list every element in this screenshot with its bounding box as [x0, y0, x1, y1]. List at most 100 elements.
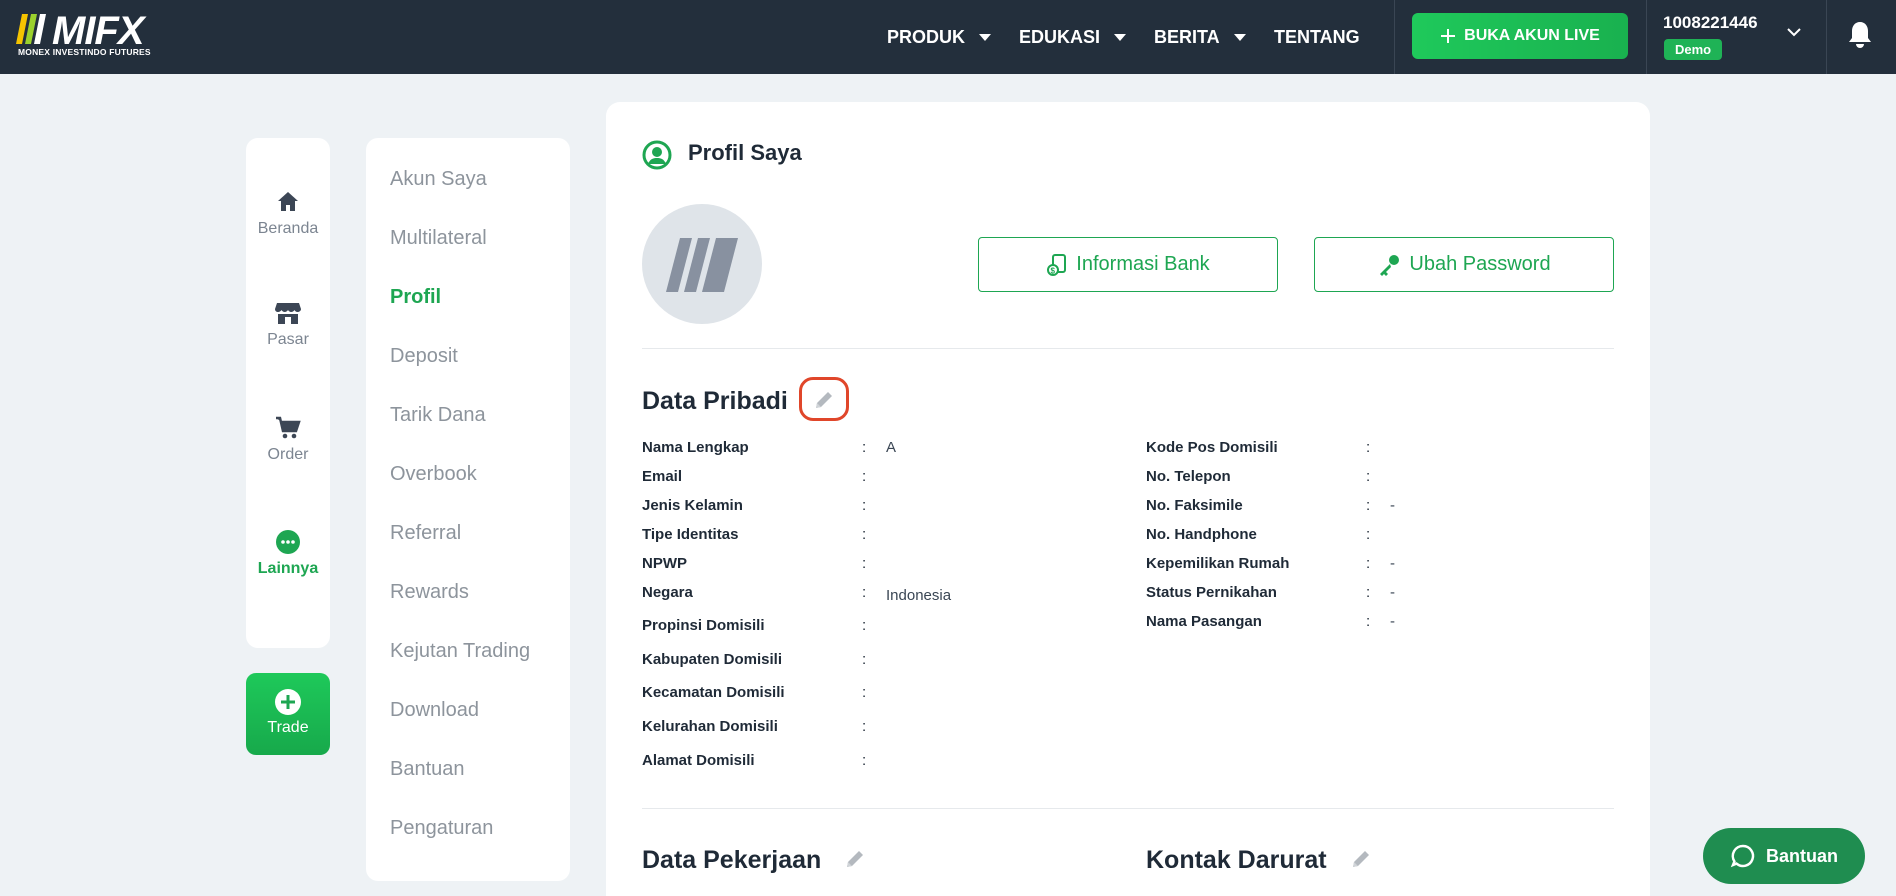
divider	[642, 348, 1614, 349]
edit-pencil-icon[interactable]	[1350, 848, 1372, 870]
nav-edukasi-label: EDUKASI	[1019, 26, 1101, 47]
menu-item-pengaturan[interactable]: Pengaturan	[390, 817, 493, 840]
rail-item-label: Order	[267, 446, 309, 463]
menu-item-multilateral[interactable]: Multilateral	[390, 227, 487, 250]
svg-text:$: $	[1051, 266, 1056, 275]
store-icon	[275, 303, 301, 324]
top-navigation-bar: MIFX MONEX INVESTINDO FUTURES PRODUK EDU…	[0, 0, 1896, 74]
key-icon	[1380, 254, 1400, 276]
menu-item-kejutan-trading[interactable]: Kejutan Trading	[390, 640, 530, 663]
edit-pencil-icon[interactable]	[844, 848, 866, 870]
emergency-contact-title: Kontak Darurat	[1146, 846, 1327, 874]
plus-icon	[1441, 29, 1456, 43]
colon: :	[862, 526, 867, 543]
plus-circle-icon	[275, 689, 301, 715]
open-live-account-button[interactable]: BUKA AKUN LIVE	[1412, 13, 1628, 59]
edit-pencil-icon[interactable]	[813, 389, 835, 411]
colon: :	[862, 584, 867, 601]
menu-item-referral[interactable]: Referral	[390, 522, 461, 545]
divider	[642, 808, 1614, 809]
rail-item-order[interactable]: Order	[246, 416, 330, 464]
menu-item-akun-saya[interactable]: Akun Saya	[390, 168, 487, 191]
notification-bell-icon[interactable]	[1846, 20, 1874, 50]
bank-info-button[interactable]: $ Informasi Bank	[978, 237, 1278, 292]
account-number[interactable]: 1008221446	[1663, 13, 1758, 33]
menu-item-bantuan[interactable]: Bantuan	[390, 758, 465, 781]
field-label: Alamat Domisili	[642, 752, 755, 769]
colon: :	[862, 497, 867, 514]
mifx-logo[interactable]: MIFX MONEX INVESTINDO FUTURES	[16, 10, 166, 60]
nav-produk[interactable]: PRODUK	[887, 0, 992, 74]
profile-card: Profil Saya $ Informasi Bank Ubah Passwo…	[606, 102, 1650, 896]
field-value: -	[1390, 497, 1395, 514]
field-value: A	[886, 439, 897, 456]
rail-item-pasar[interactable]: Pasar	[246, 301, 330, 349]
field-label: Nama Pasangan	[1146, 613, 1262, 630]
colon: :	[862, 439, 867, 456]
field-label: Jenis Kelamin	[642, 497, 743, 514]
colon: :	[1366, 555, 1371, 572]
menu-item-download[interactable]: Download	[390, 699, 479, 722]
menu-item-deposit[interactable]: Deposit	[390, 345, 458, 368]
field-label: Tipe Identitas	[642, 526, 739, 543]
field-label: No. Telepon	[1146, 468, 1231, 485]
nav-edukasi[interactable]: EDUKASI	[1019, 0, 1127, 74]
change-password-button[interactable]: Ubah Password	[1314, 237, 1614, 292]
field-label: Email	[642, 468, 683, 485]
user-circle-icon	[642, 140, 672, 170]
nav-berita-label: BERITA	[1154, 26, 1220, 47]
field-value: Indonesia	[886, 587, 952, 604]
nav-tentang[interactable]: TENTANG	[1274, 0, 1360, 74]
logo-stripes-icon	[16, 14, 46, 44]
colon: :	[1366, 497, 1371, 514]
change-password-label: Ubah Password	[1409, 253, 1551, 275]
field-label: Status Pernikahan	[1146, 584, 1277, 601]
field-label: Kabupaten Domisili	[642, 651, 783, 668]
logo-wordmark: MIFX	[52, 9, 145, 53]
account-chevron-down-icon[interactable]	[1786, 24, 1802, 40]
menu-item-rewards[interactable]: Rewards	[390, 581, 469, 604]
side-icon-rail: Beranda Pasar Order Lainnya	[246, 138, 330, 648]
help-chat-button[interactable]: Bantuan	[1703, 828, 1865, 884]
page-title: Profil Saya	[688, 140, 802, 165]
rail-item-label: Lainnya	[257, 560, 319, 577]
colon: :	[862, 617, 867, 634]
colon: :	[862, 718, 867, 735]
rail-item-beranda[interactable]: Beranda	[246, 190, 330, 238]
more-icon	[276, 530, 300, 554]
field-label: Nama Lengkap	[642, 439, 749, 456]
colon: :	[862, 651, 867, 668]
open-live-account-label: BUKA AKUN LIVE	[1464, 27, 1600, 44]
field-label: Kecamatan Domisili	[642, 684, 785, 701]
bank-document-icon: $	[1047, 253, 1067, 276]
rail-item-lainnya[interactable]: Lainnya	[246, 530, 330, 578]
colon: :	[862, 752, 867, 769]
colon: :	[1366, 468, 1371, 485]
colon: :	[1366, 526, 1371, 543]
field-value: -	[1390, 584, 1395, 601]
bank-info-label: Informasi Bank	[1076, 253, 1210, 275]
field-label: Negara	[642, 584, 693, 601]
chevron-down-icon	[1233, 33, 1246, 41]
menu-item-overbook[interactable]: Overbook	[390, 463, 477, 486]
nav-produk-label: PRODUK	[887, 26, 966, 47]
help-label: Bantuan	[1766, 845, 1838, 866]
nav-berita[interactable]: BERITA	[1154, 0, 1246, 74]
chat-bubble-icon	[1730, 844, 1755, 868]
field-label: Kode Pos Domisili	[1146, 439, 1278, 456]
colon: :	[1366, 613, 1371, 630]
divider	[1394, 0, 1395, 74]
field-value: -	[1390, 555, 1395, 572]
colon: :	[862, 555, 867, 572]
menu-item-tarik-dana[interactable]: Tarik Dana	[390, 404, 486, 427]
field-label: Propinsi Domisili	[642, 617, 765, 634]
avatar[interactable]	[642, 204, 762, 324]
chevron-down-icon	[1114, 33, 1127, 41]
cart-icon	[276, 416, 301, 439]
chevron-down-icon	[979, 33, 992, 41]
menu-item-profil[interactable]: Profil	[390, 286, 441, 309]
trade-button[interactable]: Trade	[246, 673, 330, 755]
field-label: Kepemilikan Rumah	[1146, 555, 1290, 572]
personal-data-title: Data Pribadi	[642, 387, 788, 415]
trade-label: Trade	[267, 719, 309, 736]
